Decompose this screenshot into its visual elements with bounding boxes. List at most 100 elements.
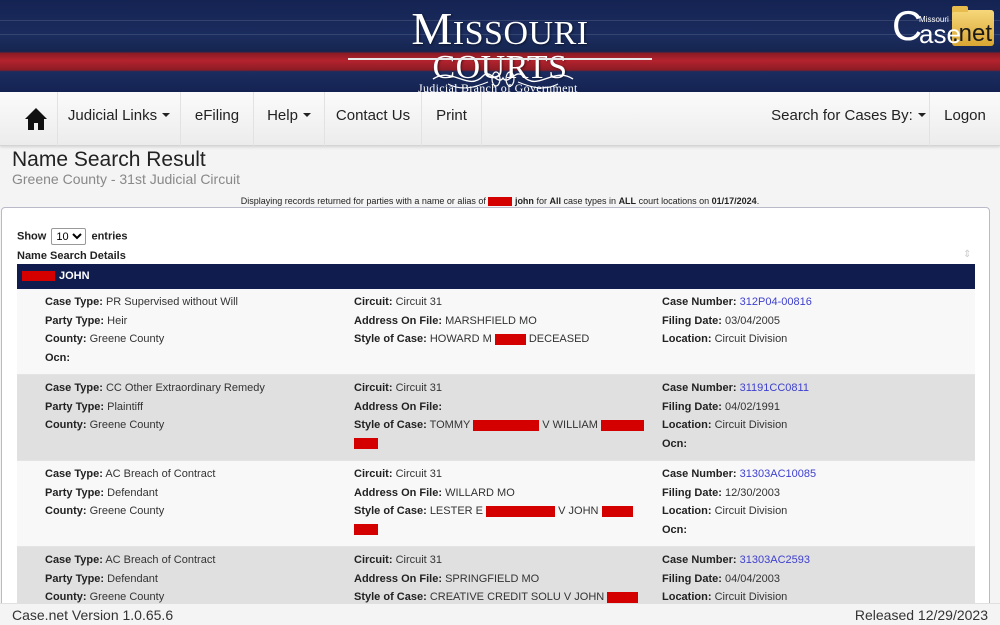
field-label: Filing Date: bbox=[662, 400, 722, 413]
display-message: Displaying records returned for parties … bbox=[0, 196, 1000, 207]
row-col-circuit-info: Circuit: Circuit 31 Address On File: WIL… bbox=[354, 465, 644, 539]
circuit-value: Circuit 31 bbox=[395, 554, 443, 566]
redaction-block bbox=[600, 419, 644, 431]
field-label: Address On File: bbox=[354, 314, 443, 327]
field-label: Location: bbox=[662, 333, 712, 346]
results-panel: Show 10 entries Name Search Details ⇕ JO… bbox=[1, 207, 990, 607]
location-value: Circuit Division bbox=[714, 591, 788, 604]
nav-help-label: Help bbox=[267, 107, 298, 124]
nav-judicial-links-label: Judicial Links bbox=[67, 107, 158, 124]
field-label: Ocn: bbox=[662, 437, 688, 450]
version-text: Case.net Version 1.0.65.6 bbox=[12, 607, 174, 623]
case-type-value: AC Breach of Contract bbox=[105, 554, 216, 566]
field-label: Style of Case: bbox=[354, 333, 427, 346]
field-label: Case Number: bbox=[662, 554, 737, 566]
row-col-case-info: Case Type: CC Other Extraordinary Remedy… bbox=[45, 379, 345, 435]
display-msg-text: court locations on bbox=[638, 196, 710, 206]
case-number-link[interactable]: 312P04-00816 bbox=[740, 296, 812, 308]
casenet-logo-c: C bbox=[892, 2, 923, 49]
table-row: Case Type: AC Breach of Contract Party T… bbox=[17, 547, 975, 606]
redaction-block bbox=[607, 591, 639, 603]
county-value: Greene County bbox=[89, 591, 165, 604]
style-of-case-text: V JOHN bbox=[558, 505, 599, 518]
nav-logon[interactable]: Logon bbox=[930, 92, 1000, 146]
display-msg-end: . bbox=[756, 196, 760, 206]
circuit-value: Circuit 31 bbox=[395, 468, 443, 480]
redaction-block bbox=[354, 524, 378, 536]
field-label: Circuit: bbox=[354, 382, 393, 394]
logo-title-initial: M bbox=[411, 3, 453, 54]
county-value: Greene County bbox=[89, 419, 165, 432]
style-of-case-text: HOWARD M bbox=[429, 333, 492, 346]
field-label: Address On File: bbox=[354, 400, 443, 413]
page-size-control: Show 10 entries bbox=[17, 228, 128, 245]
field-label: Case Type: bbox=[45, 554, 103, 566]
filing-date-value: 03/04/2005 bbox=[724, 314, 781, 327]
nav-search-cases-label: Search for Cases By: bbox=[771, 107, 913, 124]
results-list: Case Type: PR Supervised without Will Pa… bbox=[17, 289, 975, 606]
field-label: Ocn: bbox=[45, 351, 71, 364]
nav-print[interactable]: Print bbox=[422, 92, 482, 146]
nav-help[interactable]: Help bbox=[254, 92, 325, 146]
case-type-value: PR Supervised without Will bbox=[105, 296, 238, 308]
field-label: Location: bbox=[662, 419, 712, 432]
field-label: Circuit: bbox=[354, 554, 393, 566]
display-msg-text: case types in bbox=[563, 196, 617, 206]
column-header-name-search-details[interactable]: Name Search Details bbox=[17, 250, 126, 262]
table-row: Case Type: CC Other Extraordinary Remedy… bbox=[17, 375, 975, 461]
case-number-link[interactable]: 31303AC10085 bbox=[740, 468, 816, 480]
redaction-block bbox=[488, 197, 513, 207]
field-label: Case Type: bbox=[45, 296, 103, 308]
filing-date-value: 04/04/2003 bbox=[724, 572, 781, 585]
caret-down-icon bbox=[162, 113, 171, 118]
field-label: Party Type: bbox=[45, 486, 105, 499]
field-label: Circuit: bbox=[354, 296, 393, 308]
location-value: Circuit Division bbox=[714, 505, 788, 518]
style-of-case-text: LESTER E bbox=[429, 505, 483, 518]
circuit-value: Circuit 31 bbox=[395, 382, 443, 394]
release-date-text: Released 12/29/2023 bbox=[854, 607, 988, 623]
nav-search-cases-by[interactable]: Search for Cases By: bbox=[768, 92, 930, 146]
casenet-logo[interactable]: C Missouri ase .net bbox=[888, 2, 998, 50]
display-msg-locations: ALL bbox=[618, 196, 637, 206]
field-label: Filing Date: bbox=[662, 572, 722, 585]
case-number-link[interactable]: 31303AC2593 bbox=[740, 554, 810, 566]
field-label: Filing Date: bbox=[662, 486, 722, 499]
case-number-link[interactable]: 31191CC0811 bbox=[740, 382, 809, 394]
nav-efiling[interactable]: eFiling bbox=[181, 92, 254, 146]
row-col-case-info: Case Type: PR Supervised without Will Pa… bbox=[45, 293, 345, 367]
location-value: Circuit Division bbox=[714, 419, 788, 432]
nav-home[interactable] bbox=[0, 92, 58, 146]
field-label: County: bbox=[45, 419, 87, 432]
main-nav: Judicial Links eFiling Help Contact Us P… bbox=[0, 92, 1000, 146]
county-value: Greene County bbox=[89, 333, 165, 346]
display-msg-text: for bbox=[536, 196, 547, 206]
party-type-value: Defendant bbox=[107, 486, 158, 499]
page-size-select[interactable]: 10 bbox=[51, 228, 87, 245]
field-label: Style of Case: bbox=[354, 591, 427, 604]
caret-down-icon bbox=[917, 113, 926, 118]
entries-label: entries bbox=[91, 230, 128, 243]
field-label: Style of Case: bbox=[354, 505, 427, 518]
field-label: Case Number: bbox=[662, 382, 737, 394]
field-label: Address On File: bbox=[354, 486, 443, 499]
footer: Case.net Version 1.0.65.6 Released 12/29… bbox=[0, 603, 1000, 625]
nav-efiling-label: eFiling bbox=[194, 107, 240, 124]
missouri-courts-logo[interactable]: MISSOURI COURTS Judicial Branch of Gover… bbox=[348, 6, 652, 92]
sort-icon[interactable]: ⇕ bbox=[963, 249, 971, 260]
field-label: County: bbox=[45, 591, 87, 604]
nav-judicial-links[interactable]: Judicial Links bbox=[58, 92, 181, 146]
field-label: Address On File: bbox=[354, 572, 443, 585]
logo-rule bbox=[348, 58, 652, 60]
row-col-case-number: Case Number: 31191CC0811 Filing Date: 04… bbox=[662, 379, 962, 453]
field-label: Circuit: bbox=[354, 468, 393, 480]
table-row: Case Type: AC Breach of Contract Party T… bbox=[17, 461, 975, 547]
row-col-circuit-info: Circuit: Circuit 31 Address On File: MAR… bbox=[354, 293, 644, 349]
field-label: Party Type: bbox=[45, 314, 105, 327]
display-msg-case-types: All bbox=[549, 196, 561, 206]
address-value: WILLARD MO bbox=[445, 486, 515, 499]
display-msg-prefix: Displaying records returned for parties … bbox=[240, 196, 486, 206]
redaction-block bbox=[22, 271, 55, 282]
field-label: Case Type: bbox=[45, 468, 103, 480]
nav-contact-us[interactable]: Contact Us bbox=[325, 92, 422, 146]
